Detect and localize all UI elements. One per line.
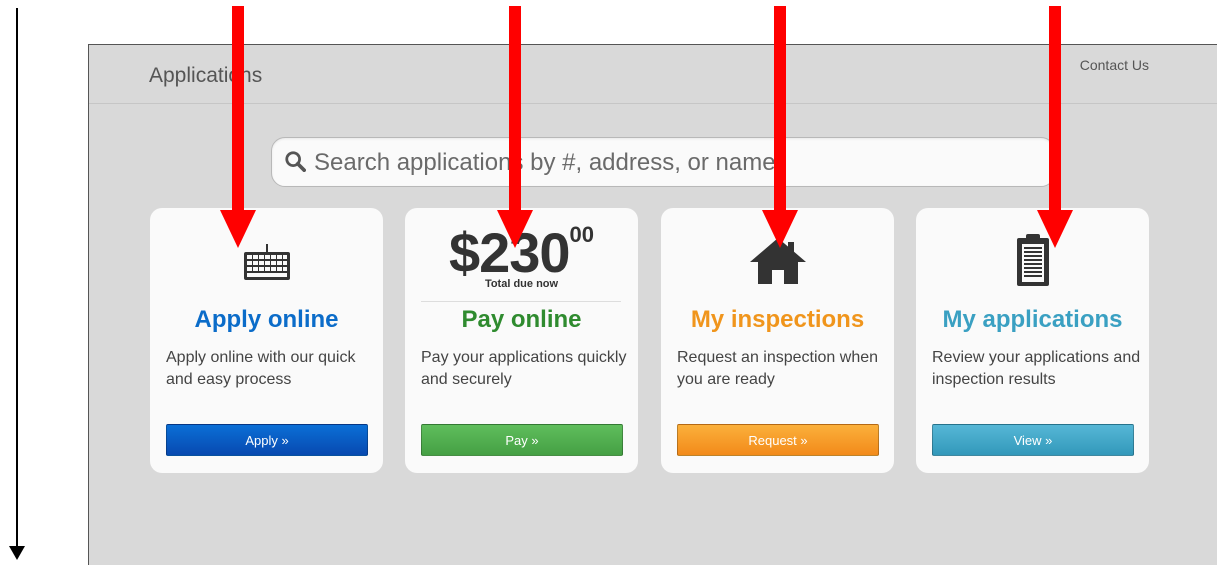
clipboard-icon: [916, 232, 1149, 293]
scroll-down-arrowhead: [9, 546, 25, 560]
contact-us-link[interactable]: Contact Us: [1080, 57, 1149, 73]
apply-button[interactable]: Apply »: [166, 424, 368, 456]
request-button[interactable]: Request »: [677, 424, 879, 456]
card-title: Apply online: [194, 306, 339, 333]
apply-online-card: Apply online Apply online with our quick…: [150, 208, 383, 473]
amount-caption: Total due now: [484, 278, 559, 290]
annotation-arrow-2: [497, 6, 533, 248]
search-input[interactable]: [312, 142, 1036, 184]
card-description: Review your applications and inspection …: [932, 349, 1141, 388]
my-applications-card: My applications Review your applications…: [916, 208, 1149, 473]
card-divider: [421, 301, 621, 302]
card-title: Pay online: [461, 306, 582, 333]
pay-button[interactable]: Pay »: [421, 424, 623, 456]
annotation-arrow-1: [220, 6, 256, 248]
card-description: Request an inspection when you are ready: [677, 349, 879, 388]
card-description: Apply online with our quick and easy pro…: [166, 349, 356, 388]
card-title: My applications: [942, 306, 1123, 333]
annotation-arrow-3: [762, 6, 798, 248]
card-description: Pay your applications quickly and secure…: [421, 349, 627, 388]
keyboard-icon: [150, 242, 383, 287]
search-box[interactable]: [271, 137, 1055, 187]
scroll-down-arrow: [16, 8, 18, 548]
annotation-arrow-4: [1037, 6, 1073, 248]
card-title: My inspections: [690, 306, 865, 333]
view-button[interactable]: View »: [932, 424, 1134, 456]
amount-cents: 00: [569, 222, 595, 247]
search-icon: [285, 151, 306, 172]
